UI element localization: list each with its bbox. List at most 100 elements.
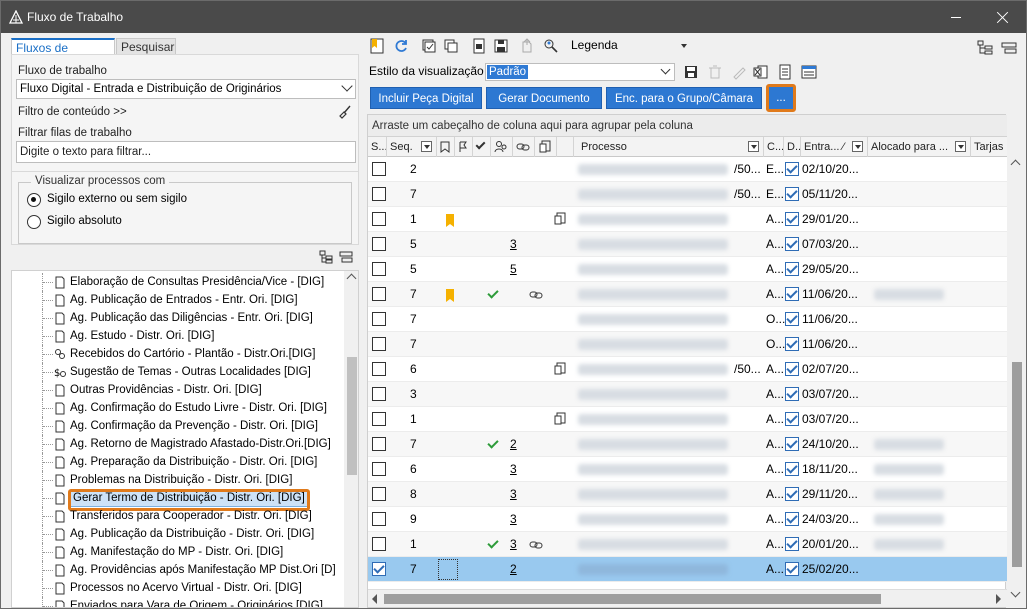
- row-select-checkbox[interactable]: [372, 412, 386, 426]
- col-alocado[interactable]: Alocado para ...: [868, 137, 971, 157]
- table-row[interactable]: 1 3 A... 20/01/20...: [368, 532, 1007, 557]
- digital-checkbox[interactable]: [785, 412, 799, 426]
- row-select-checkbox[interactable]: [372, 462, 386, 476]
- row-select-checkbox[interactable]: [372, 362, 386, 376]
- document-list-icon[interactable]: [777, 64, 793, 80]
- table-row[interactable]: 3 A... 03/07/20...: [368, 382, 1007, 407]
- row-select-checkbox[interactable]: [372, 437, 386, 451]
- radio-sigilo-externo[interactable]: [27, 193, 41, 207]
- assigned-count-link[interactable]: 5: [510, 257, 517, 282]
- digital-checkbox[interactable]: [785, 187, 799, 201]
- incluir-peca-digital-button[interactable]: Incluir Peça Digital: [370, 87, 482, 109]
- minimize-button[interactable]: [933, 1, 979, 33]
- col-entrada[interactable]: Entra... ⁄: [801, 137, 868, 157]
- grid-horizontal-scrollbar[interactable]: [368, 589, 1007, 607]
- refresh-icon[interactable]: [393, 38, 409, 54]
- col-doc[interactable]: [535, 137, 557, 157]
- tree-queue-item[interactable]: Ag. Retorno de Magistrado Afastado-Distr…: [12, 435, 342, 453]
- save-document-icon[interactable]: [493, 38, 509, 54]
- row-select-checkbox[interactable]: [372, 287, 386, 301]
- scroll-up-icon[interactable]: [346, 273, 357, 284]
- delete-view-icon[interactable]: [707, 64, 723, 80]
- clear-filter-broom-icon[interactable]: [338, 105, 352, 119]
- save-view-icon[interactable]: [683, 64, 699, 80]
- col-flag[interactable]: [455, 137, 473, 157]
- tree-queue-item[interactable]: Outras Providências - Distr. Ori. [DIG]: [12, 381, 342, 399]
- tree-queue-item[interactable]: Ag. Publicação de Entrados - Entr. Ori. …: [12, 291, 342, 309]
- filter-icon[interactable]: [421, 141, 432, 152]
- table-row[interactable]: 8 3 A... 29/11/20...: [368, 482, 1007, 507]
- table-row[interactable]: 2/50... E... 02/10/20...: [368, 157, 1007, 182]
- export-disabled-icon[interactable]: [519, 38, 535, 54]
- grid-vscroll-thumb[interactable]: [1012, 362, 1022, 567]
- bookmark-folder-icon[interactable]: [369, 38, 385, 54]
- col-link[interactable]: [513, 137, 535, 157]
- tree-scroll-thumb[interactable]: [347, 357, 357, 475]
- tree-queue-item[interactable]: Processos no Acervo Virtual - Distr. Ori…: [12, 579, 342, 597]
- tree-queue-item[interactable]: Ag. Publicação da Distribuição - Distr. …: [12, 525, 342, 543]
- col-bookmark[interactable]: [437, 137, 455, 157]
- scroll-left-icon[interactable]: [372, 594, 377, 604]
- tree-queue-item[interactable]: $ Sugestão de Temas - Outras Localidades …: [12, 363, 342, 381]
- row-select-checkbox[interactable]: [372, 512, 386, 526]
- assigned-count-link[interactable]: 2: [510, 432, 517, 457]
- row-select-checkbox[interactable]: [372, 262, 386, 276]
- tree-queue-item[interactable]: Elaboração de Consultas Presidência/Vice…: [12, 273, 342, 291]
- tree-queue-item[interactable]: Ag. Manifestação do MP - Distr. Ori. [DI…: [12, 543, 342, 561]
- tree-queue-item[interactable]: Ag. Publicação das Diligências - Entr. O…: [12, 309, 342, 327]
- expand-groups-icon[interactable]: [977, 40, 993, 56]
- tree-queue-item[interactable]: Gerar Termo de Distribuição - Distr. Ori…: [12, 489, 342, 511]
- table-row[interactable]: 6 3 A... 18/11/20...: [368, 457, 1007, 482]
- assigned-count-link[interactable]: 3: [510, 532, 517, 557]
- digital-checkbox[interactable]: [785, 312, 799, 326]
- scroll-down-icon[interactable]: [1010, 587, 1021, 598]
- row-select-checkbox[interactable]: [372, 162, 386, 176]
- copy-icon[interactable]: [443, 38, 459, 54]
- tree-scrollbar[interactable]: [344, 271, 358, 607]
- fluxo-select[interactable]: Fluxo Digital - Entrada e Distribuição d…: [16, 79, 356, 99]
- assigned-count-link[interactable]: 3: [510, 482, 517, 507]
- digital-checkbox[interactable]: [785, 362, 799, 376]
- table-row[interactable]: 7/50... E... 05/11/20...: [368, 182, 1007, 207]
- excel-export-icon[interactable]: [753, 64, 769, 80]
- digital-checkbox[interactable]: [785, 512, 799, 526]
- table-row[interactable]: 9 3 A... 24/03/20...: [368, 507, 1007, 532]
- tree-queue-item[interactable]: Enviados para Vara de Origem - Originári…: [12, 597, 342, 607]
- table-row[interactable]: 7 A... 11/06/20...: [368, 282, 1007, 307]
- enc-grupo-camara-button[interactable]: Enc. para o Grupo/Câmara: [606, 87, 762, 109]
- digital-checkbox[interactable]: [785, 487, 799, 501]
- radio-sigilo-absoluto[interactable]: [27, 215, 41, 229]
- col-s[interactable]: S...: [368, 137, 387, 157]
- tree-queue-item[interactable]: Transferidos para Cooperador - Distr. Or…: [12, 507, 342, 525]
- radio-sigilo-absoluto-label[interactable]: Sigilo absoluto: [47, 215, 122, 227]
- col-check[interactable]: [473, 137, 491, 157]
- row-select-checkbox[interactable]: [372, 212, 386, 226]
- row-select-checkbox[interactable]: [372, 537, 386, 551]
- legenda-label[interactable]: Legenda: [571, 38, 618, 52]
- assigned-count-link[interactable]: 2: [510, 557, 517, 582]
- move-document-icon[interactable]: [471, 38, 487, 54]
- digital-checkbox[interactable]: [785, 287, 799, 301]
- digital-checkbox[interactable]: [785, 212, 799, 226]
- view-style-select[interactable]: Padrão: [485, 63, 675, 81]
- table-row[interactable]: 7 2 A... 24/10/20...: [368, 432, 1007, 457]
- table-row[interactable]: 7 2 A... 25/02/20...: [368, 557, 1007, 582]
- digital-checkbox[interactable]: [785, 262, 799, 276]
- edit-view-icon[interactable]: [731, 64, 747, 80]
- assigned-count-link[interactable]: 3: [510, 457, 517, 482]
- table-row[interactable]: 1 A... 29/01/20...: [368, 207, 1007, 232]
- legenda-dropdown-icon[interactable]: [681, 44, 687, 48]
- scroll-right-icon[interactable]: [996, 594, 1001, 604]
- row-select-checkbox[interactable]: [372, 487, 386, 501]
- filter-icon[interactable]: [748, 141, 759, 152]
- col-assigned[interactable]: [491, 137, 513, 157]
- digital-checkbox[interactable]: [785, 537, 799, 551]
- table-row[interactable]: 6/50... A... 02/07/20...: [368, 357, 1007, 382]
- grid-hscroll-thumb[interactable]: [384, 594, 881, 604]
- digital-checkbox[interactable]: [785, 237, 799, 251]
- select-all-icon[interactable]: [421, 38, 437, 54]
- filter-queues-input[interactable]: Digite o texto para filtrar...: [16, 141, 356, 163]
- digital-checkbox[interactable]: [785, 437, 799, 451]
- digital-checkbox[interactable]: [785, 562, 799, 576]
- digital-checkbox[interactable]: [785, 387, 799, 401]
